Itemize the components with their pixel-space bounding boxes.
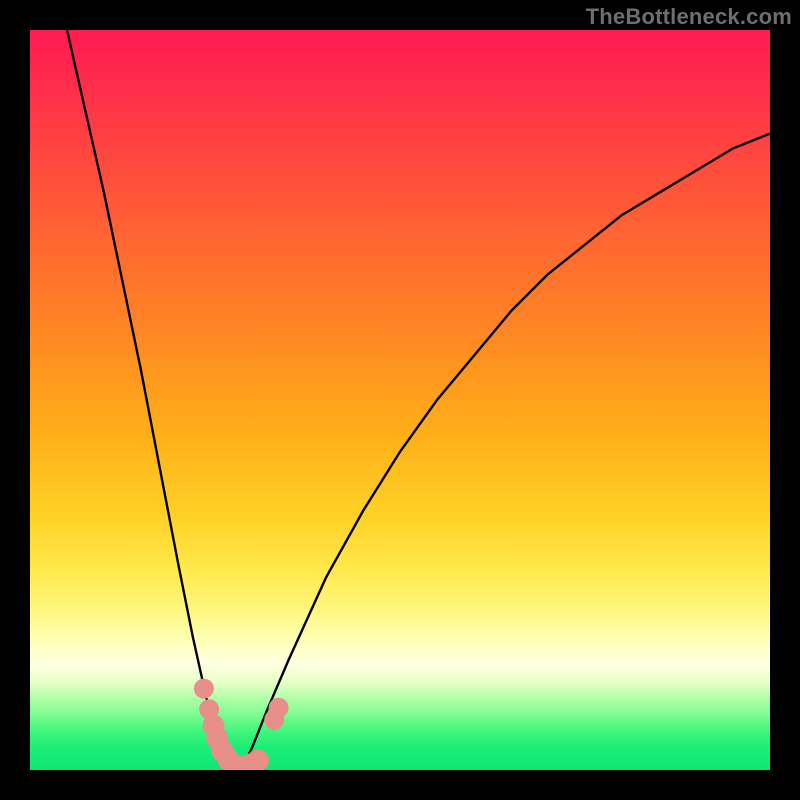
watermark-text: TheBottleneck.com (586, 4, 792, 30)
chart-frame (30, 30, 770, 770)
bottleneck-curve (67, 30, 770, 770)
marker-point (194, 679, 214, 699)
marker-point (269, 698, 289, 718)
chart-svg (30, 30, 770, 770)
